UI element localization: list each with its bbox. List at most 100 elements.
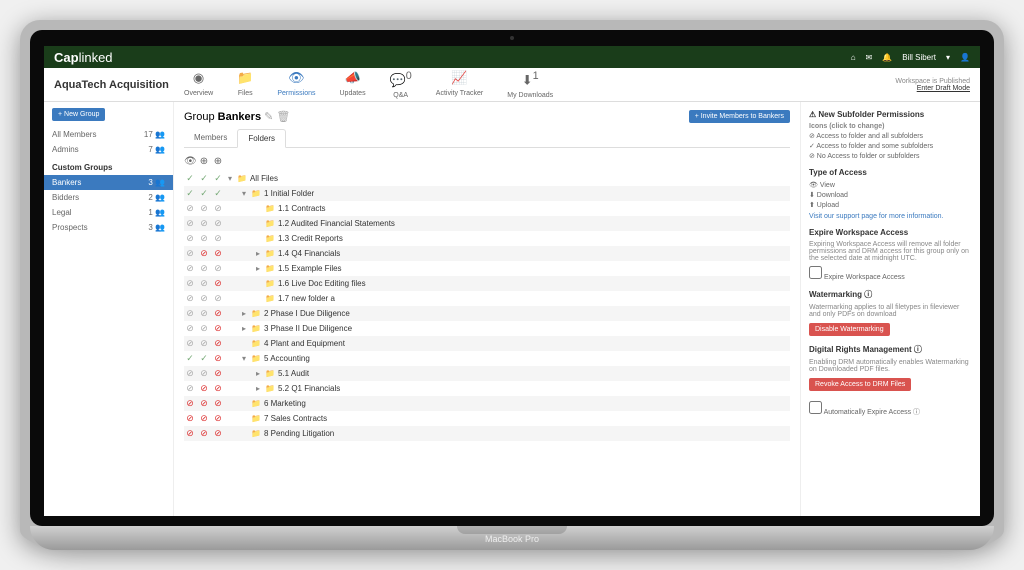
folder-icon: 📁 <box>251 309 261 318</box>
folder-name: 5.2 Q1 Financials <box>278 384 340 393</box>
invite-button[interactable]: + Invite Members to Bankers <box>689 110 790 123</box>
folder-row[interactable]: ⊘⊘⊘📁8 Pending Litigation <box>184 426 790 441</box>
support-link[interactable]: Visit our support page for more informat… <box>809 213 972 220</box>
download-col-icon[interactable]: ⊕ <box>198 156 210 167</box>
edit-icon[interactable]: ✎ <box>264 111 273 123</box>
nav-qa[interactable]: 💬0Q&A <box>390 70 412 99</box>
user-name[interactable]: Bill Sibert <box>902 53 936 62</box>
folder-icon: 📁 <box>265 234 275 243</box>
sidebar-group-bankers[interactable]: Bankers3 👥 <box>44 175 173 190</box>
folder-name: 5 Accounting <box>264 354 310 363</box>
auto-expire-checkbox[interactable] <box>809 401 822 414</box>
sidebar-group-bidders[interactable]: Bidders2 👥 <box>44 190 173 205</box>
drm-title: Digital Rights Management ⓘ <box>809 344 972 355</box>
subtab-members[interactable]: Members <box>184 129 237 147</box>
expand-icon[interactable]: ▾ <box>240 189 248 198</box>
upload-col-icon[interactable]: ⊕ <box>212 156 224 167</box>
sidebar-custom-groups-head: Custom Groups <box>44 157 173 175</box>
folder-row[interactable]: ✓✓✓▾📁1 Initial Folder <box>184 186 790 201</box>
home-icon[interactable]: ⌂ <box>851 53 856 62</box>
publish-status: Workspace is Published Enter Draft Mode <box>895 78 970 92</box>
laptop-base: MacBook Pro <box>30 526 994 550</box>
megaphone-icon: 📣 <box>340 70 366 86</box>
folder-name: 1 Initial Folder <box>264 189 314 198</box>
folder-icon: 📁 <box>265 264 275 273</box>
folder-name: 1.1 Contracts <box>278 204 326 213</box>
expire-title: Expire Workspace Access <box>809 228 972 237</box>
nav-downloads[interactable]: ⬇1My Downloads <box>507 70 553 99</box>
folder-name: 1.2 Audited Financial Statements <box>278 219 395 228</box>
view-col-icon[interactable]: 👁 <box>184 156 196 167</box>
right-panel: ⚠ New Subfolder Permissions Icons (click… <box>800 102 980 516</box>
expand-icon[interactable]: ▾ <box>226 174 234 183</box>
group-title: Group Bankers ✎ 🗑 <box>184 110 290 123</box>
folder-row[interactable]: ⊘⊘⊘▸📁2 Phase I Due Diligence <box>184 306 790 321</box>
folder-row[interactable]: ⊘⊘⊘📁7 Sales Contracts <box>184 411 790 426</box>
revoke-drm-button[interactable]: Revoke Access to DRM Files <box>809 378 911 391</box>
folder-row[interactable]: ✓✓⊘▾📁5 Accounting <box>184 351 790 366</box>
sidebar-group-legal[interactable]: Legal1 👥 <box>44 205 173 220</box>
expand-icon[interactable]: ▾ <box>240 354 248 363</box>
subtab-folders[interactable]: Folders <box>237 129 286 148</box>
chart-icon: 📈 <box>436 70 483 86</box>
expand-icon[interactable]: ▸ <box>240 309 248 318</box>
folder-row[interactable]: ⊘⊘⊘📁1.7 new folder a <box>184 291 790 306</box>
sidebar-group-prospects[interactable]: Prospects3 👥 <box>44 220 173 235</box>
folder-icon: 📁 <box>251 399 261 408</box>
logo: Caplinked <box>54 50 113 65</box>
folder-row[interactable]: ⊘⊘⊘▸📁1.5 Example Files <box>184 261 790 276</box>
chevron-down-icon[interactable]: ▾ <box>946 53 950 62</box>
folder-icon: 📁 <box>265 384 275 393</box>
folder-name: 2 Phase I Due Diligence <box>264 309 350 318</box>
expand-icon[interactable]: ▸ <box>254 384 262 393</box>
sidebar-all-members[interactable]: All Members17 👥 <box>44 127 173 142</box>
folder-row[interactable]: ⊘⊘⊘▸📁1.4 Q4 Financials <box>184 246 790 261</box>
disable-watermarking-button[interactable]: Disable Watermarking <box>809 323 890 336</box>
folder-icon: 📁 <box>265 249 275 258</box>
expand-icon[interactable]: ▸ <box>254 369 262 378</box>
folder-row[interactable]: ⊘⊘⊘📁1.6 Live Doc Editing files <box>184 276 790 291</box>
folder-name: 1.6 Live Doc Editing files <box>278 279 366 288</box>
folder-row[interactable]: ⊘⊘⊘📁4 Plant and Equipment <box>184 336 790 351</box>
folder-row[interactable]: ⊘⊘⊘📁1.1 Contracts <box>184 201 790 216</box>
sidebar-admins[interactable]: Admins7 👥 <box>44 142 173 157</box>
nav-overview[interactable]: ◉Overview <box>184 70 213 99</box>
folder-icon: 📁 <box>251 189 261 198</box>
folder-icon: 📁 <box>251 429 261 438</box>
folder-row[interactable]: ⊘⊘⊘📁1.3 Credit Reports <box>184 231 790 246</box>
nav-permissions[interactable]: 👁Permissions <box>277 70 315 99</box>
type-access-title: Type of Access <box>809 168 972 177</box>
expire-checkbox[interactable] <box>809 266 822 279</box>
folder-row[interactable]: ⊘⊘⊘▸📁3 Phase II Due Diligence <box>184 321 790 336</box>
nav-files[interactable]: 📁Files <box>237 70 253 99</box>
nav-activity[interactable]: 📈Activity Tracker <box>436 70 483 99</box>
mail-icon[interactable]: ✉ <box>866 53 873 62</box>
folder-row[interactable]: ⊘⊘⊘📁1.2 Audited Financial Statements <box>184 216 790 231</box>
download-icon: ⬇1 <box>507 70 553 88</box>
folder-row[interactable]: ✓✓✓▾📁All Files <box>184 171 790 186</box>
folder-icon: 📁 <box>265 294 275 303</box>
folder-name: 5.1 Audit <box>278 369 309 378</box>
sidebar: + New Group All Members17 👥 Admins7 👥 Cu… <box>44 102 174 516</box>
enter-draft-link[interactable]: Enter Draft Mode <box>917 85 970 92</box>
avatar[interactable]: 👤 <box>960 53 970 62</box>
expand-icon[interactable]: ▸ <box>254 264 262 273</box>
folder-row[interactable]: ⊘⊘⊘▸📁5.1 Audit <box>184 366 790 381</box>
dashboard-icon: ◉ <box>184 70 213 86</box>
new-group-button[interactable]: + New Group <box>52 108 105 121</box>
subfolder-perms-title: ⚠ New Subfolder Permissions <box>809 110 972 119</box>
eye-icon: 👁 <box>277 70 315 86</box>
folder-icon: 📁 <box>237 70 253 86</box>
bell-icon[interactable]: 🔔 <box>882 53 892 62</box>
folder-name: All Files <box>250 174 278 183</box>
folder-name: 4 Plant and Equipment <box>264 339 345 348</box>
delete-icon[interactable]: 🗑 <box>276 111 290 123</box>
expand-icon[interactable]: ▸ <box>254 249 262 258</box>
nav-updates[interactable]: 📣Updates <box>340 70 366 99</box>
folder-icon: 📁 <box>251 324 261 333</box>
folder-name: 3 Phase II Due Diligence <box>264 324 352 333</box>
expand-icon[interactable]: ▸ <box>240 324 248 333</box>
folder-row[interactable]: ⊘⊘⊘▸📁5.2 Q1 Financials <box>184 381 790 396</box>
folder-row[interactable]: ⊘⊘⊘📁6 Marketing <box>184 396 790 411</box>
folder-icon: 📁 <box>251 354 261 363</box>
